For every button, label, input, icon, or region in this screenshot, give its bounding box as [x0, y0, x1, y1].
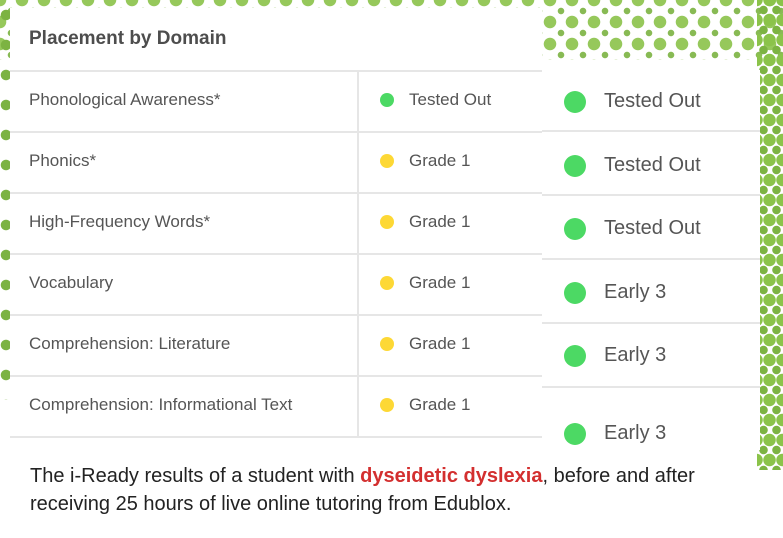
- before-table: Phonological Awareness* Tested Out Phoni…: [10, 70, 542, 438]
- decorative-pattern-right: [757, 0, 783, 470]
- status-dot-icon: [380, 93, 394, 107]
- table-row: High-Frequency Words* Grade 1: [10, 192, 542, 253]
- after-status: Early 3: [564, 344, 666, 367]
- after-row: Tested Out: [542, 134, 760, 196]
- status-dot-icon: [380, 398, 394, 412]
- column-divider: [357, 194, 359, 253]
- card-title: Placement by Domain: [29, 28, 227, 49]
- status-label: Grade 1: [409, 334, 471, 353]
- after-status: Early 3: [564, 281, 666, 304]
- status-cell: Grade 1: [380, 395, 470, 415]
- status-dot-icon: [564, 422, 586, 445]
- after-status: Early 3: [564, 422, 666, 445]
- table-row: Comprehension: Informational Text Grade …: [10, 375, 542, 438]
- status-dot-icon: [564, 217, 586, 240]
- after-row: Early 3: [542, 326, 760, 388]
- after-row: Early 3: [542, 390, 760, 452]
- table-row: Comprehension: Literature Grade 1: [10, 314, 542, 375]
- column-divider: [357, 133, 359, 192]
- domain-label: Comprehension: Informational Text: [29, 395, 293, 414]
- after-status-label: Early 3: [604, 344, 667, 366]
- status-cell: Grade 1: [380, 273, 470, 293]
- status-dot-icon: [380, 215, 394, 229]
- domain-label: Phonological Awareness*: [29, 90, 221, 109]
- column-divider: [357, 316, 359, 375]
- table-row: Phonics* Grade 1: [10, 131, 542, 192]
- status-cell: Tested Out: [380, 90, 491, 110]
- column-divider: [357, 255, 359, 314]
- column-divider: [357, 377, 359, 436]
- after-status-label: Tested Out: [604, 217, 701, 239]
- status-label: Grade 1: [409, 212, 471, 231]
- status-label: Tested Out: [409, 90, 492, 109]
- status-dot-icon: [564, 154, 586, 177]
- status-dot-icon: [380, 337, 394, 351]
- status-cell: Grade 1: [380, 151, 470, 171]
- domain-label: Phonics*: [29, 151, 97, 170]
- status-dot-icon: [564, 90, 586, 113]
- status-label: Grade 1: [409, 395, 471, 414]
- after-row: Tested Out: [542, 70, 760, 132]
- after-status-label: Tested Out: [604, 154, 701, 176]
- column-divider: [357, 72, 359, 131]
- status-dot-icon: [380, 276, 394, 290]
- after-status-label: Early 3: [604, 281, 667, 303]
- caption-highlight: dyseidetic dyslexia: [360, 465, 543, 487]
- domain-label: Vocabulary: [29, 273, 114, 292]
- domain-label: Comprehension: Literature: [29, 334, 231, 353]
- domain-label: High-Frequency Words*: [29, 212, 211, 231]
- after-status-label: Tested Out: [604, 90, 701, 112]
- table-row: Vocabulary Grade 1: [10, 253, 542, 314]
- after-status: Tested Out: [564, 217, 701, 240]
- status-label: Grade 1: [409, 151, 471, 170]
- after-results-panel: Tested Out Tested Out Tested Out Early 3…: [542, 70, 760, 450]
- caption-prefix: The i-Ready results of a student with: [30, 465, 361, 487]
- status-cell: Grade 1: [380, 334, 470, 354]
- after-row: Tested Out: [542, 198, 760, 260]
- caption: The i-Ready results of a student with dy…: [30, 462, 760, 518]
- status-cell: Grade 1: [380, 212, 470, 232]
- after-status: Tested Out: [564, 90, 701, 113]
- after-status: Tested Out: [564, 154, 701, 177]
- status-dot-icon: [564, 344, 586, 367]
- status-label: Grade 1: [409, 273, 471, 292]
- after-status-label: Early 3: [604, 422, 667, 444]
- status-dot-icon: [564, 281, 586, 304]
- status-dot-icon: [380, 154, 394, 168]
- after-row: Early 3: [542, 262, 760, 324]
- table-row: Phonological Awareness* Tested Out: [10, 70, 542, 131]
